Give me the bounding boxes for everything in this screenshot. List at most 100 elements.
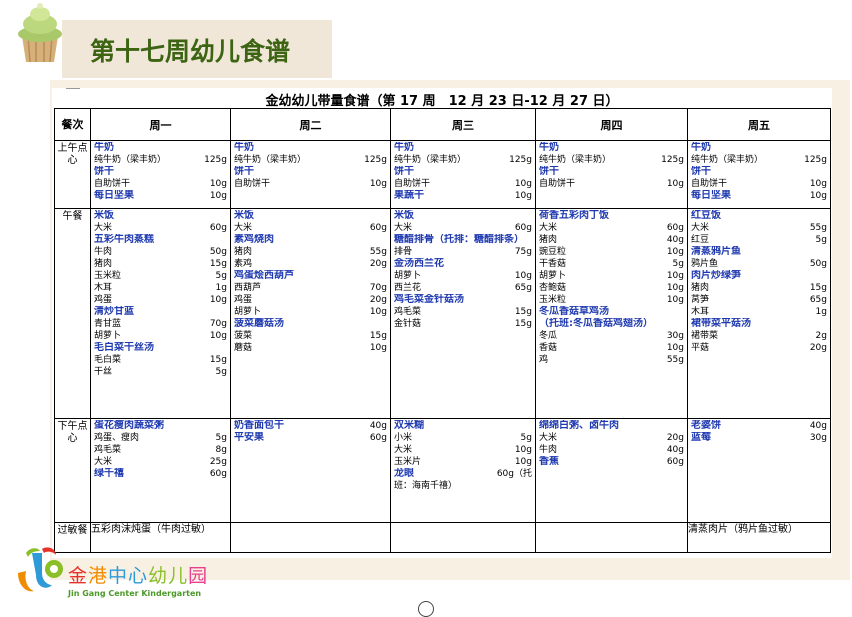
dish-line: 裙带菜平菇汤 — [691, 318, 827, 330]
ingredient-name: 蘑菇 — [234, 343, 253, 353]
corner-header: 餐次 — [54, 108, 91, 141]
ingredient-name: 胡萝卜 — [394, 271, 422, 281]
ingredient-line: 自助饼干 10g — [394, 178, 532, 190]
amount: 10g — [666, 343, 684, 353]
dish-line: 饼干 — [394, 166, 532, 178]
ingredient-line: 木耳 1g — [691, 306, 827, 318]
menu-cell: 双米糊 小米 5g 大米 10g 玉米片 10g 龙眼 60g（托 班：海南千禧） — [390, 418, 536, 523]
ingredient-line: 鸡蛋 10g — [94, 294, 227, 306]
dish-line: 果蔬干 10g — [394, 190, 532, 202]
amount: 5g — [215, 433, 227, 443]
ingredient-line: 蘑菇 10g — [234, 342, 387, 354]
ingredient-name: 胡萝卜 — [234, 307, 262, 317]
amount: 1g — [815, 307, 827, 317]
amount: 65g — [809, 295, 827, 305]
ingredient-line: 毛白菜 15g — [94, 354, 227, 366]
circle-icon — [418, 601, 434, 617]
dish-name: 裙带菜平菇汤 — [691, 318, 751, 329]
dish-line: 五彩牛肉蒸糕 — [94, 234, 227, 246]
menu-cell: 牛奶 纯牛奶（梁丰奶） 125g 饼干 自助饼干 10g — [535, 140, 688, 209]
amount: 125g — [204, 155, 227, 165]
ingredient-name: 大米 — [94, 223, 113, 233]
ingredient-line: 大米 20g — [539, 432, 684, 444]
amount: 10g — [809, 191, 827, 201]
ingredient-name: 豌豆粒 — [539, 247, 567, 257]
amount: 10g — [209, 295, 227, 305]
amount: 15g — [809, 283, 827, 293]
ingredient-name: 杏鲍菇 — [539, 283, 567, 293]
ingredient-line: 素鸡 20g — [234, 258, 387, 270]
logo-char: 幼 — [148, 565, 169, 587]
ingredient-line: 自助饼干 10g — [234, 178, 387, 190]
dish-name: 牛奶 — [94, 142, 114, 153]
amount: 10g — [666, 179, 684, 189]
ingredient-line: 大米 55g — [691, 222, 827, 234]
ingredient-line: 牛肉 40g — [539, 444, 684, 456]
ingredient-name: 班：海南千禧） — [394, 481, 458, 491]
ingredient-name: 干丝 — [94, 367, 113, 377]
dish-name: （托班:冬瓜香菇鸡翅汤） — [539, 318, 653, 329]
ingredient-name: 纯牛奶（梁丰奶） — [394, 155, 467, 165]
menu-cell: 米饭 大米 60g 五彩牛肉蒸糕 牛肉 50g 猪肉 15g 玉米粒 5g 木耳 1g 鸡蛋 10g 清炒甘… — [90, 208, 231, 419]
ingredient-line: 胡萝卜 10g — [234, 306, 387, 318]
ingredient-name: 青甘蓝 — [94, 319, 122, 329]
dish-name: 饼干 — [394, 166, 414, 177]
ingredient-line: 干丝 5g — [94, 366, 227, 378]
menu-cell: 米饭 大米 60g 糖醋排骨（托排：糖醋排条） 排骨 75g 金汤西兰花 胡萝卜 10g 西兰花 6… — [390, 208, 536, 419]
ingredient-name: 大米 — [94, 457, 113, 467]
amount: 60g — [666, 223, 684, 233]
day-header: 周四 — [535, 108, 688, 141]
ingredient-line: 胡萝卜 10g — [539, 270, 684, 282]
ingredient-name: 香菇 — [539, 343, 558, 353]
ingredient-name: 自助饼干 — [691, 179, 728, 189]
divider — [66, 88, 80, 89]
meal-label: 下午点心 — [54, 418, 91, 523]
ingredient-name: 大米 — [394, 445, 413, 455]
ingredient-line: 纯牛奶（梁丰奶） 125g — [94, 154, 227, 166]
amount: 50g — [209, 247, 227, 257]
amount: 1g — [215, 283, 227, 293]
amount: 20g — [809, 343, 827, 353]
dish-name: 米饭 — [94, 210, 114, 221]
dish-name: 鸡蛋烩西葫芦 — [234, 270, 294, 281]
ingredient-line: 杏鲍菇 10g — [539, 282, 684, 294]
dish-line: 糖醋排骨（托排：糖醋排条） — [394, 234, 532, 246]
dish-line: 牛奶 — [234, 142, 387, 154]
ingredient-line: 木耳 1g — [94, 282, 227, 294]
meal-row: 下午点心 蛋花瘦肉蔬菜粥 鸡蛋、瘦肉 5g 鸡毛菜 8g 大米 25g 绿千禧 60g 奶香面包干 4… — [54, 418, 831, 523]
ingredient-name: 玉米粒 — [94, 271, 122, 281]
ingredient-line: 纯牛奶（梁丰奶） 125g — [539, 154, 684, 166]
ingredient-name: 猪肉 — [691, 283, 710, 293]
amount: 15g — [369, 331, 387, 341]
amount: 30g — [666, 331, 684, 341]
ingredient-line: 自助饼干 10g — [94, 178, 227, 190]
dish-name: 牛奶 — [539, 142, 559, 153]
dish-name: 绿千禧 — [94, 468, 124, 479]
ingredient-line: 豌豆粒 10g — [539, 246, 684, 258]
ingredient-line: 菠菜 15g — [234, 330, 387, 342]
dish-name: 绵绵白粥、卤牛肉 — [539, 420, 619, 431]
dish-line: 饼干 — [94, 166, 227, 178]
amount: 60g — [369, 433, 387, 443]
ingredient-line: 纯牛奶（梁丰奶） 125g — [394, 154, 532, 166]
amount: 15g — [514, 319, 532, 329]
amount: 60g — [209, 469, 227, 479]
dish-name: 菠菜蘑菇汤 — [234, 318, 284, 329]
ingredient-name: 平菇 — [691, 343, 710, 353]
amount: 5g — [672, 259, 684, 269]
amount: 125g — [364, 155, 387, 165]
dish-name: 冬瓜香菇草鸡汤 — [539, 306, 609, 317]
ingredient-name: 干香菇 — [539, 259, 567, 269]
amount: 10g — [666, 295, 684, 305]
dish-name: 平安果 — [234, 432, 264, 443]
ingredient-line: 大米 60g — [539, 222, 684, 234]
amount: 65g — [514, 283, 532, 293]
dish-line: 金汤西兰花 — [394, 258, 532, 270]
amount: 15g — [209, 355, 227, 365]
dish-name: 果蔬干 — [394, 190, 424, 201]
amount: 10g — [209, 179, 227, 189]
allergy-note — [230, 522, 391, 553]
ingredient-line: 自助饼干 10g — [539, 178, 684, 190]
day-header: 周五 — [687, 108, 831, 141]
amount: 40g — [809, 421, 827, 431]
